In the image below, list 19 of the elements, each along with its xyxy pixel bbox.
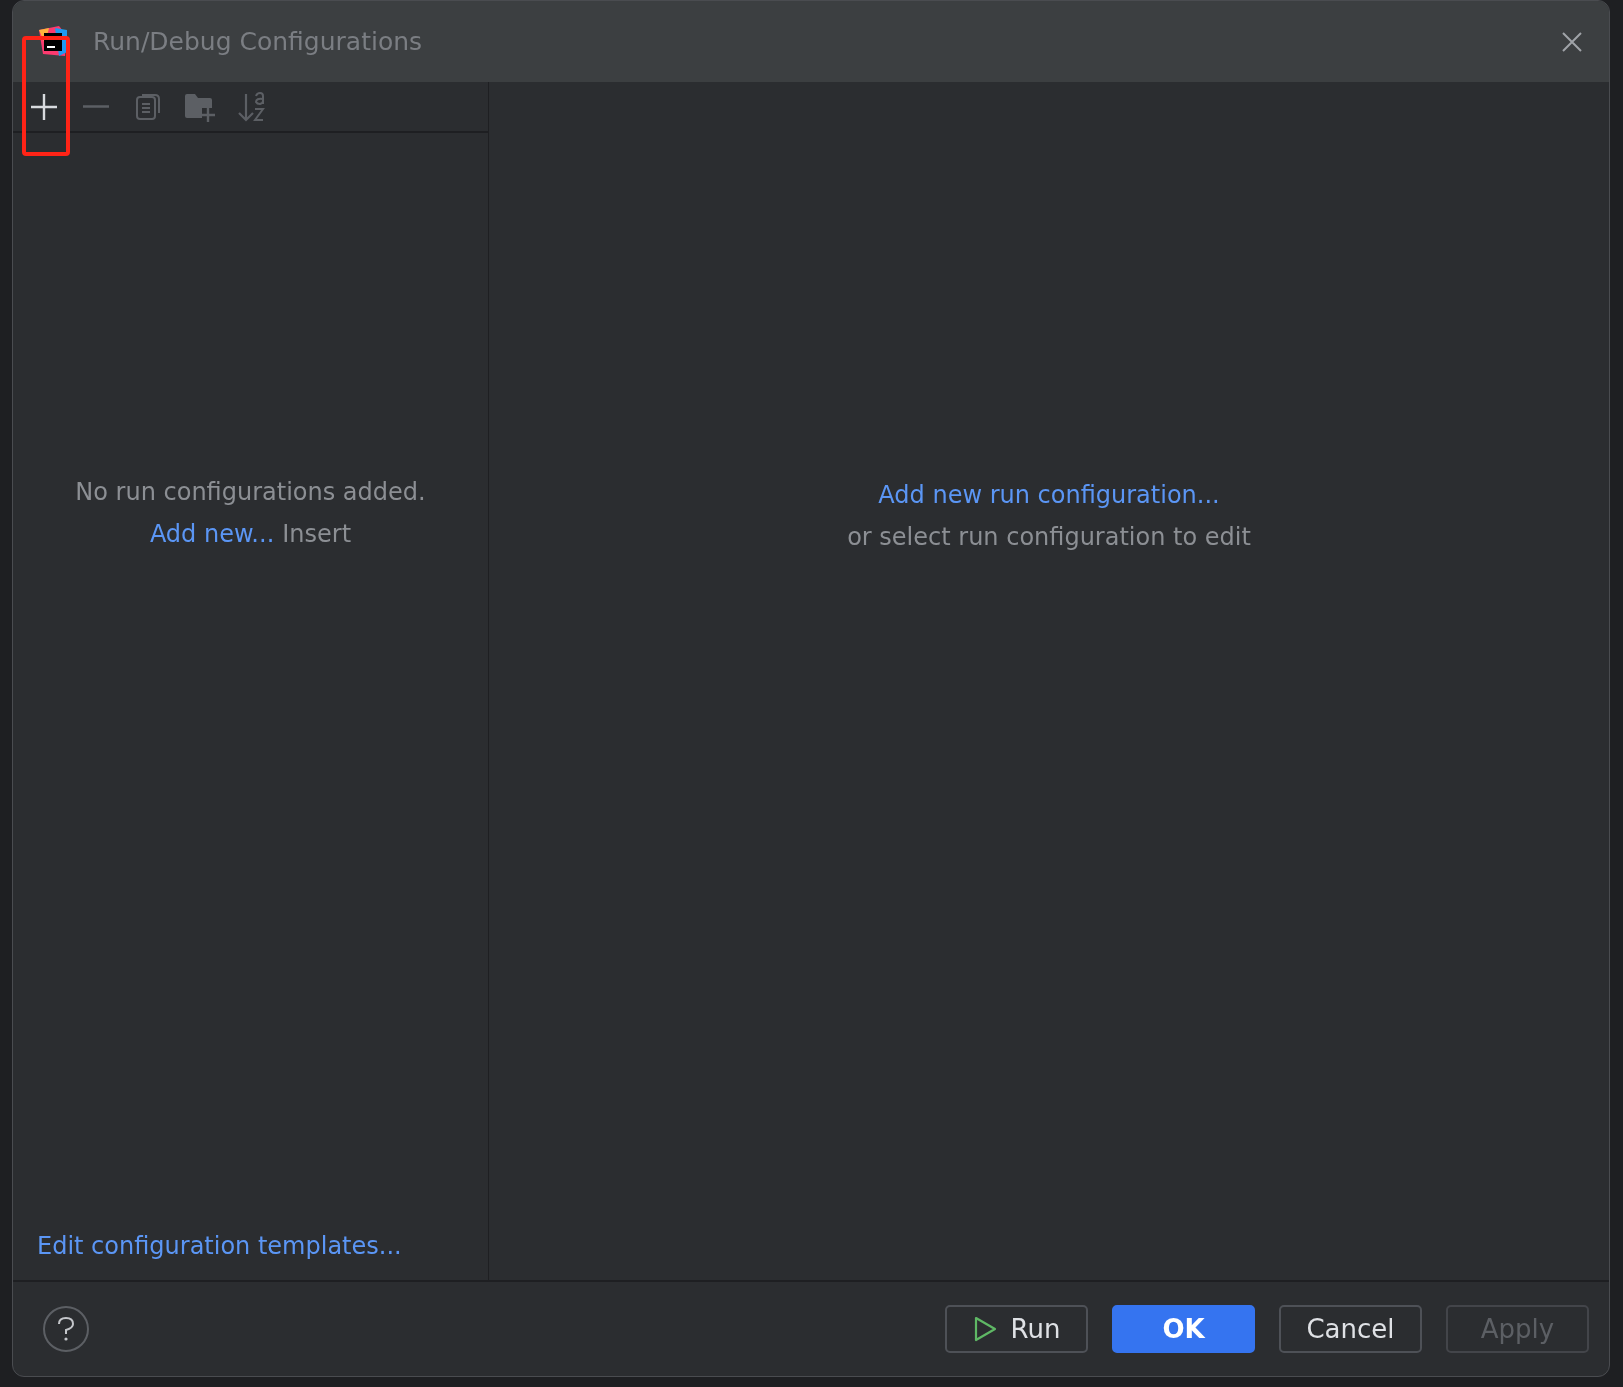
folder-plus-icon (184, 91, 216, 122)
add-new-link[interactable]: Add new... (149, 519, 275, 548)
select-hint: or select run configuration to edit (847, 523, 1251, 551)
ok-button[interactable]: OK (1112, 1305, 1255, 1353)
add-configuration-link[interactable]: Add new run configuration... (878, 481, 1220, 509)
play-icon (972, 1316, 997, 1342)
shortcut-hint: Insert (282, 519, 352, 548)
plus-icon (30, 92, 58, 121)
empty-message: No run configurations added. (75, 477, 426, 506)
help-button[interactable] (43, 1306, 89, 1352)
edit-templates-link[interactable]: Edit configuration templates... (37, 1232, 488, 1260)
cancel-button[interactable]: Cancel (1279, 1305, 1422, 1353)
sort-icon (238, 91, 266, 122)
run-button[interactable]: Run (945, 1305, 1088, 1353)
app-logo-icon (37, 25, 69, 58)
question-icon (55, 1316, 77, 1342)
copy-icon (135, 92, 161, 121)
minus-icon (82, 105, 110, 108)
window-title: Run/Debug Configurations (93, 27, 423, 56)
